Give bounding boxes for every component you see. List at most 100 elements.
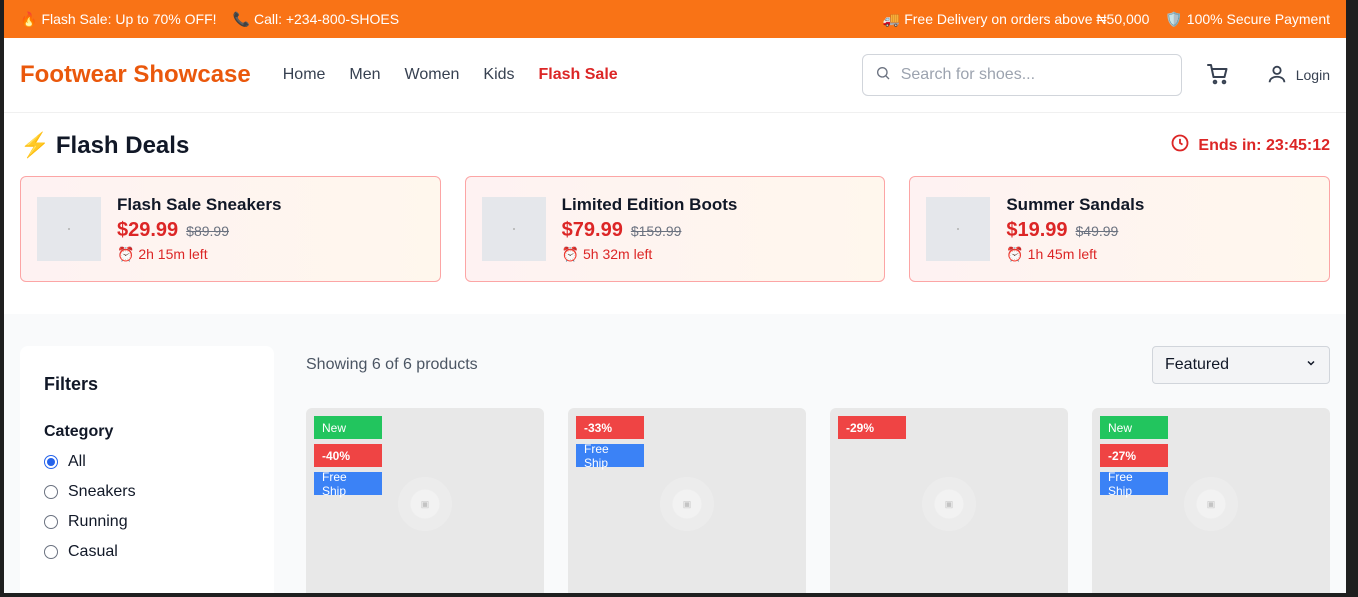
sort-value: Featured xyxy=(1165,356,1230,373)
lightning-icon: ⚡ xyxy=(20,132,50,159)
badge-ship: Free Ship xyxy=(1100,470,1168,498)
truck-icon: 🚚 xyxy=(882,10,901,27)
deal-name: Summer Sandals xyxy=(1006,195,1145,214)
image-placeholder-icon: ▣ xyxy=(660,477,714,531)
nav-men[interactable]: Men xyxy=(349,66,380,84)
deal-original-price: $89.99 xyxy=(186,223,229,239)
deal-info: Summer Sandals $19.99 $49.99 ⏰ 1h 45m left xyxy=(1006,195,1144,263)
deal-time-text: 1h 45m left xyxy=(1027,246,1097,262)
countdown-text: Ends in: 23:45:12 xyxy=(1198,136,1330,154)
nav-women[interactable]: Women xyxy=(405,66,460,84)
flash-deals-title: ⚡ Flash Deals xyxy=(20,131,189,160)
search-icon xyxy=(875,65,891,86)
promo-text: Free Delivery on orders above ₦50,000 xyxy=(904,10,1150,27)
phone-icon: 📞 xyxy=(232,10,250,27)
nav-kids[interactable]: Kids xyxy=(483,66,514,84)
cart-icon xyxy=(1206,62,1230,89)
flash-deal-card[interactable]: Flash Sale Sneakers $29.99 $89.99 ⏰ 2h 15m … xyxy=(20,176,441,282)
product-grid: New -40% Free Ship ▣ -33% Free Ship ▣ -29% ▣ New -… xyxy=(306,408,1330,593)
user-icon xyxy=(1266,63,1288,88)
search-box[interactable] xyxy=(861,54,1182,96)
main-nav: Home Men Women Kids Flash Sale xyxy=(283,66,618,84)
alarm-clock-icon: ⏰ xyxy=(117,246,139,262)
product-badges: New -27% Free Ship xyxy=(1100,416,1168,498)
badge-new: New xyxy=(1100,416,1168,439)
flash-deal-card[interactable]: Summer Sandals $19.99 $49.99 ⏰ 1h 45m left xyxy=(909,176,1331,282)
main-content: Filters Category All Sneakers Running Casua… xyxy=(4,314,1346,593)
badge-ship: Free Ship xyxy=(576,442,644,470)
product-card[interactable]: New -27% Free Ship ▣ xyxy=(1092,408,1330,593)
promo-text: Call: +234-800-SHOES xyxy=(253,10,400,27)
product-card[interactable]: New -40% Free Ship ▣ xyxy=(306,408,544,593)
site-logo[interactable]: Footwear Showcase xyxy=(20,61,251,89)
alarm-clock-icon: ⏰ xyxy=(1006,246,1028,262)
category-radio[interactable] xyxy=(44,545,58,559)
chevron-down-icon xyxy=(1305,356,1317,374)
deal-current-price: $79.99 xyxy=(561,219,623,241)
search-input[interactable] xyxy=(900,66,1169,84)
nav-flash-sale[interactable]: Flash Sale xyxy=(539,66,618,84)
cart-button[interactable] xyxy=(1206,62,1230,89)
page: 🔥 Flash Sale: Up to 70% OFF! 📞 Call: +234-8… xyxy=(4,0,1346,593)
flash-deals-list: Flash Sale Sneakers $29.99 $89.99 ⏰ 2h 15m … xyxy=(20,176,1331,282)
category-option-casual[interactable]: Casual xyxy=(44,543,250,561)
deal-price: $79.99 $159.99 xyxy=(562,219,738,242)
category-radio[interactable] xyxy=(44,515,58,529)
product-count: Showing 6 of 6 products xyxy=(306,356,478,373)
flash-deals-title-text: Flash Deals xyxy=(55,131,190,159)
product-badges: -29% xyxy=(838,416,906,439)
deal-current-price: $29.99 xyxy=(117,219,179,241)
filters-panel: Filters Category All Sneakers Running Casua… xyxy=(20,346,274,593)
products-header: Showing 6 of 6 products Featured xyxy=(306,346,1330,384)
category-option-running[interactable]: Running xyxy=(44,513,250,531)
product-card[interactable]: -33% Free Ship ▣ xyxy=(568,408,806,593)
category-label: Category xyxy=(44,423,114,440)
alarm-clock-icon: ⏰ xyxy=(561,246,583,262)
promo-left: 🔥 Flash Sale: Up to 70% OFF! 📞 Call: +234-8… xyxy=(20,11,399,28)
category-radio[interactable] xyxy=(44,455,58,469)
category-option-label: All xyxy=(68,453,86,470)
deal-image xyxy=(37,197,101,261)
promo-right: 🚚 Free Delivery on orders above ₦50,000 🛡️… xyxy=(883,11,1330,28)
flash-deals-header: ⚡ Flash Deals Ends in: 23:45:12 xyxy=(20,131,1330,160)
flash-deals-section: ⚡ Flash Deals Ends in: 23:45:12 Flash Sa… xyxy=(4,113,1346,314)
nav-home[interactable]: Home xyxy=(283,66,326,84)
badge-off: -33% xyxy=(576,416,644,439)
category-option-label: Running xyxy=(68,513,128,530)
promo-item: 🚚 Free Delivery on orders above ₦50,000 xyxy=(883,11,1150,28)
badge-off: -27% xyxy=(1100,444,1168,467)
login-label: Login xyxy=(1295,67,1330,83)
category-option-all[interactable]: All xyxy=(44,453,250,471)
login-button[interactable]: Login xyxy=(1266,63,1330,88)
flash-deal-card[interactable]: Limited Edition Boots $79.99 $159.99 ⏰ 5h 3… xyxy=(464,176,886,282)
deal-original-price: $159.99 xyxy=(630,223,682,239)
deal-info: Flash Sale Sneakers $29.99 $89.99 ⏰ 2h 15m … xyxy=(117,195,281,263)
category-radio[interactable] xyxy=(44,485,58,499)
badge-new: New xyxy=(314,416,382,439)
product-badges: New -40% Free Ship xyxy=(314,416,382,498)
shield-icon: 🛡️ xyxy=(1165,10,1183,27)
promo-item: 🛡️ 100% Secure Payment xyxy=(1165,11,1330,28)
badge-ship: Free Ship xyxy=(314,470,382,498)
category-option-label: Sneakers xyxy=(68,483,136,500)
fire-icon: 🔥 xyxy=(20,10,38,27)
deal-name: Limited Edition Boots xyxy=(561,195,738,214)
deal-info: Limited Edition Boots $79.99 $159.99 ⏰ 5h 3… xyxy=(562,195,738,263)
deal-time-text: 2h 15m left xyxy=(138,246,208,262)
deal-price: $29.99 $89.99 xyxy=(117,219,281,242)
sort-select[interactable]: Featured xyxy=(1152,346,1330,384)
deal-time-left: ⏰ 5h 32m left xyxy=(562,246,738,263)
promo-text: Flash Sale: Up to 70% OFF! xyxy=(41,10,217,27)
deal-time-left: ⏰ 1h 45m left xyxy=(1006,246,1144,263)
category-option-label: Casual xyxy=(68,543,118,560)
deal-original-price: $49.99 xyxy=(1075,223,1119,239)
promo-item: 📞 Call: +234-800-SHOES xyxy=(233,11,400,28)
clock-icon xyxy=(1170,133,1190,158)
promo-text: 100% Secure Payment xyxy=(1186,10,1330,27)
product-badges: -33% Free Ship xyxy=(576,416,644,470)
image-placeholder-icon: ▣ xyxy=(1184,477,1238,531)
promo-item: 🔥 Flash Sale: Up to 70% OFF! xyxy=(20,11,217,28)
category-option-sneakers[interactable]: Sneakers xyxy=(44,483,250,501)
site-header: Footwear Showcase Home Men Women Kids Fl… xyxy=(4,38,1346,113)
product-card[interactable]: -29% ▣ xyxy=(830,408,1068,593)
